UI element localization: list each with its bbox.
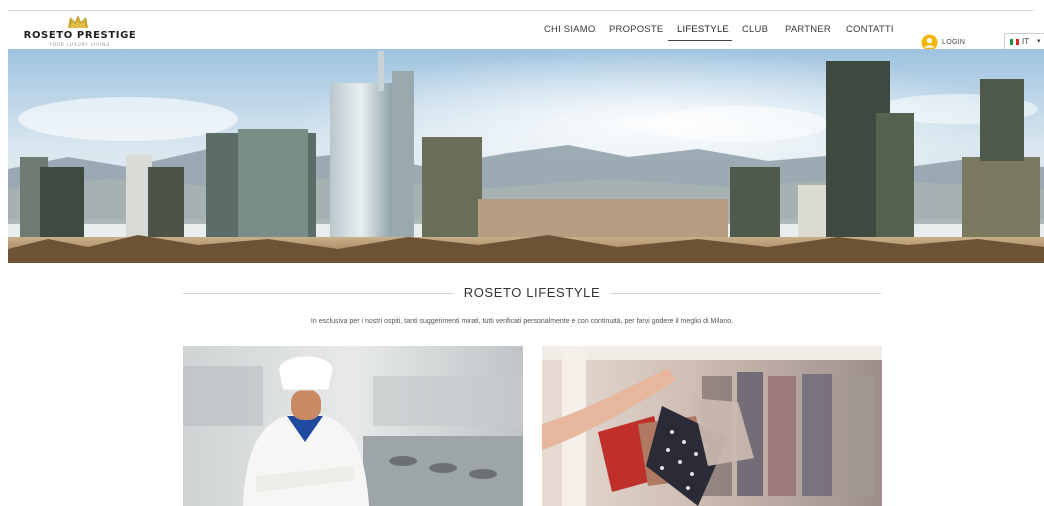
language-label: IT — [1022, 37, 1030, 46]
shopping-bags-image — [542, 346, 882, 506]
caret-down-icon: ▾ — [1037, 38, 1041, 45]
nav-item-contatti[interactable]: CONTATTI — [846, 24, 894, 35]
section-intro-text: In esclusiva per i nostri ospiti, tanti … — [310, 318, 734, 325]
lifestyle-card-shopping[interactable] — [542, 346, 882, 506]
nav-item-partner[interactable]: PARTNER — [785, 24, 831, 35]
italy-flag-icon — [1010, 39, 1019, 45]
nav-item-lifestyle[interactable]: LIFESTYLE — [677, 24, 729, 35]
nav-item-chi-siamo[interactable]: CHI SIAMO — [544, 24, 595, 35]
lifestyle-card-chef[interactable] — [183, 346, 523, 506]
heading-rule-right — [611, 293, 881, 294]
language-select[interactable]: IT ▾ — [1004, 33, 1044, 50]
section-heading: ROSETO LIFESTYLE — [183, 284, 881, 302]
hero-milan-skyline-image — [8, 49, 1044, 263]
heading-rule-left — [183, 293, 453, 294]
main-nav: CHI SIAMO PROPOSTE LIFESTYLE CLUB PARTNE… — [0, 22, 1044, 51]
section-title: ROSETO LIFESTYLE — [463, 285, 601, 300]
nav-item-proposte[interactable]: PROPOSTE — [609, 24, 663, 35]
nav-active-underline — [668, 40, 732, 41]
site-header: ROSETO PRESTIGE YOUR LUXURY LIVING CHI S… — [0, 11, 1044, 51]
login-label: LOGIN — [942, 39, 966, 46]
nav-item-club[interactable]: CLUB — [742, 24, 768, 35]
brand-tagline: YOUR LUXURY LIVING — [49, 42, 111, 47]
chef-in-kitchen-image — [183, 346, 523, 506]
